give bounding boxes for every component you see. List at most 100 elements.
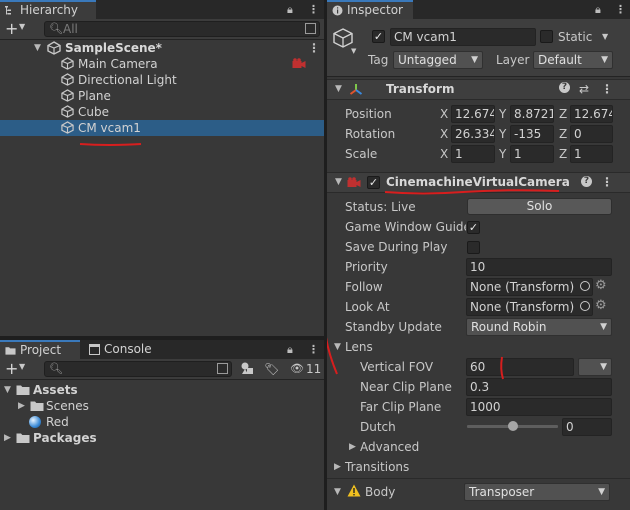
expand-arrow[interactable]: ▶ [4,430,11,446]
hierarchy-item[interactable]: Cube [0,104,324,120]
hidden-packages-toggle[interactable]: 👁︎ 11 [288,361,322,377]
transform-rotation-y-field[interactable]: -135 [510,125,554,143]
solo-button[interactable]: Solo [467,198,612,215]
lens-label[interactable]: Lens [345,339,373,355]
transitions-label[interactable]: Transitions [345,459,409,475]
component-menu-icon[interactable]: ⋮ [601,80,613,98]
lock-icon[interactable]: 🔒︎ [595,3,601,16]
standby-update-dropdown[interactable]: Round Robin ▼ [466,318,612,336]
kebab-menu-icon[interactable]: ⋮ [308,343,319,356]
axis-z-label[interactable]: Z [559,146,567,162]
create-button[interactable]: + [5,19,18,38]
tab-project[interactable]: Project [0,340,80,359]
create-dropdown-icon[interactable]: ▼ [19,22,25,31]
lookat-field[interactable]: None (Transform) [466,298,593,316]
help-icon[interactable]: ? [559,82,570,93]
axis-x-label[interactable]: X [440,106,448,122]
object-picker-icon[interactable] [580,301,590,311]
vertical-fov-field[interactable]: 60 [466,358,574,376]
far-clip-field[interactable]: 1000 [466,398,612,416]
dutch-slider-handle[interactable] [507,421,518,431]
project-tree-item[interactable]: ▼ Assets [0,382,324,398]
hierarchy-item[interactable]: Directional Light [0,72,324,88]
preset-icon[interactable]: ⇄ [579,80,589,98]
gear-icon[interactable]: ⚙ [595,278,607,294]
lock-icon[interactable]: 🔒︎ [287,3,293,16]
lens-expand-arrow[interactable]: ▼ [334,339,341,355]
transform-position-z-field[interactable]: 12.674 [570,105,613,123]
project-search-input[interactable]: 🔍︎ [44,361,232,377]
kebab-menu-icon[interactable]: ⋮ [308,3,319,16]
axis-y-label[interactable]: Y [499,106,506,122]
axis-z-label[interactable]: Z [559,106,567,122]
axis-x-label[interactable]: X [440,146,448,162]
transform-position-x-field[interactable]: 12.674 [451,105,495,123]
search-by-type-icon[interactable] [240,361,255,376]
transform-scale-y-field[interactable]: 1 [510,145,554,163]
advanced-label[interactable]: Advanced [360,439,419,455]
collapse-arrow-icon[interactable]: ▼ [335,81,342,97]
transform-position-y-field[interactable]: 8.8721 [510,105,554,123]
standby-update-label: Standby Update [345,320,442,334]
collapse-arrow-icon[interactable]: ▼ [335,174,342,190]
shapes-icon [241,362,253,374]
static-dropdown-icon[interactable]: ▼ [602,32,608,41]
active-checkbox[interactable]: ✓ [372,30,385,43]
icon-dropdown-arrow[interactable]: ▼ [351,47,356,55]
transform-rotation-x-field[interactable]: 26.334 [451,125,495,143]
tab-project-label: Project [20,343,62,357]
transform-rotation-z-field[interactable]: 0 [570,125,613,143]
project-tree-item[interactable]: ▶ Scenes [0,398,324,414]
expand-arrow[interactable]: ▼ [4,382,11,398]
tab-console[interactable]: Console [84,340,168,359]
game-window-guides-checkbox[interactable]: ✓ [467,221,480,234]
create-button[interactable]: + [5,359,18,378]
cinemachine-header[interactable]: ▼ ✓ CinemachineVirtualCamera ? ⋮ [327,172,630,193]
static-checkbox[interactable] [540,30,553,43]
component-enabled-checkbox[interactable]: ✓ [367,176,380,189]
body-dropdown[interactable]: Transposer ▼ [464,483,610,501]
follow-field[interactable]: None (Transform) [466,278,593,296]
transform-scale-x-field[interactable]: 1 [451,145,495,163]
gear-icon[interactable]: ⚙ [595,298,607,314]
axis-x-label[interactable]: X [440,126,448,142]
label-filter-icon[interactable]: 🏷︎ [264,362,279,376]
near-clip-field[interactable]: 0.3 [466,378,612,396]
layer-dropdown[interactable]: Default ▼ [533,51,613,69]
object-name-field[interactable]: CM vcam1 [390,28,536,46]
search-filter-icon[interactable] [217,363,228,374]
tab-hierarchy[interactable]: Hierarchy [0,0,96,19]
project-tree-item[interactable]: ▶ Packages [0,430,324,446]
help-icon[interactable]: ? [581,176,592,187]
hierarchy-item[interactable]: CM vcam1 [0,120,324,136]
hierarchy-item[interactable]: Main Camera [0,56,324,72]
axis-z-label[interactable]: Z [559,126,567,142]
transitions-expand-arrow[interactable]: ▶ [334,459,341,475]
transform-scale-z-field[interactable]: 1 [570,145,613,163]
create-dropdown-icon[interactable]: ▼ [19,362,25,371]
save-during-play-checkbox[interactable] [467,241,480,254]
hierarchy-item[interactable]: Plane [0,88,324,104]
axis-y-label[interactable]: Y [499,146,506,162]
lock-icon[interactable]: 🔒︎ [287,343,293,356]
axis-y-label[interactable]: Y [499,126,506,142]
tag-dropdown[interactable]: Untagged ▼ [393,51,483,69]
expand-arrow[interactable]: ▶ [18,398,25,414]
gameobject-cube-icon[interactable] [332,27,354,49]
advanced-expand-arrow[interactable]: ▶ [349,439,356,455]
component-menu-icon[interactable]: ⋮ [601,173,613,191]
search-filter-icon[interactable] [305,23,316,34]
scene-row[interactable]: ▼ SampleScene* ⋮ [0,40,324,56]
body-expand-arrow[interactable]: ▼ [334,484,341,500]
transform-header[interactable]: ▼ Transform ? ⇄ ⋮ [327,79,630,100]
object-picker-icon[interactable] [580,281,590,291]
hierarchy-search-input[interactable]: 🔍︎ All [44,21,320,37]
fov-preset-dropdown[interactable]: ▼ [578,358,612,376]
priority-field[interactable]: 10 [466,258,612,276]
scene-menu-icon[interactable]: ⋮ [308,40,320,56]
dutch-field[interactable]: 0 [562,418,612,436]
project-tree-item[interactable]: Red [0,414,324,430]
kebab-menu-icon[interactable]: ⋮ [615,3,626,16]
tab-inspector[interactable]: Inspector [327,0,413,19]
scene-expand-arrow[interactable]: ▼ [34,40,41,56]
